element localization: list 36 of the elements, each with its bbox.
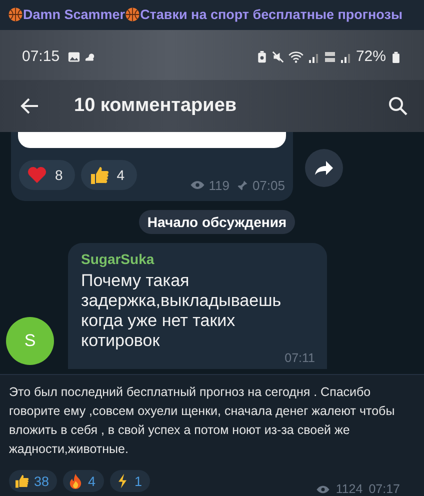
share-icon: [314, 160, 334, 176]
basketball-icon: [125, 7, 140, 22]
thumbs-up-icon: [88, 165, 109, 186]
eye-icon: [190, 180, 205, 190]
comment-text: Почему такая задержка,выкладываешь когда уже нет таких котировок: [81, 270, 282, 351]
reaction-button[interactable]: 8: [19, 160, 75, 190]
post-caption: Это был последний бесплатный прогноз на сегодня . Спасибо говорите ему ,совсем охуели щенки, сначала денег жалеют чтобы вложить в себя , в свой успех а потом ноют из-за своей же жадности,животные.: [9, 384, 396, 458]
image-icon: [68, 50, 80, 63]
basketball-icon: [8, 7, 23, 22]
author-name[interactable]: SugarSuka: [81, 250, 315, 267]
view-count: 1124: [336, 482, 363, 496]
share-button[interactable]: [305, 148, 343, 187]
service-message: Начало обсуждения: [139, 210, 295, 234]
comments-title: 10 комментариев: [74, 94, 237, 117]
message-time: 07:05: [252, 178, 285, 193]
eye-icon: [316, 484, 330, 494]
channel-title: Damn Scammer: [23, 7, 126, 22]
battery-percent: 72%: [356, 48, 386, 66]
mute-icon: [272, 50, 284, 63]
message-time: 07:11: [284, 350, 315, 365]
status-time: 07:15: [22, 48, 60, 66]
reaction-button[interactable]: 4: [63, 470, 104, 492]
reaction-button[interactable]: 38: [9, 470, 58, 492]
view-count: 119: [208, 178, 230, 193]
thumbs-up-icon: [14, 473, 29, 489]
search-icon[interactable]: [388, 96, 408, 116]
fire-icon: [68, 473, 84, 489]
message-time: 07:17: [368, 482, 400, 496]
reaction-button[interactable]: 1: [110, 470, 150, 492]
reaction-button[interactable]: 4: [80, 160, 137, 190]
heart-icon: [27, 165, 47, 186]
back-arrow-icon[interactable]: [20, 96, 40, 116]
battery-icon: [390, 50, 402, 63]
battery-saver-icon: [256, 50, 268, 63]
wifi-icon: [288, 50, 304, 63]
channel-title: Ставки на спорт бесплатные прогнозы: [140, 7, 402, 22]
